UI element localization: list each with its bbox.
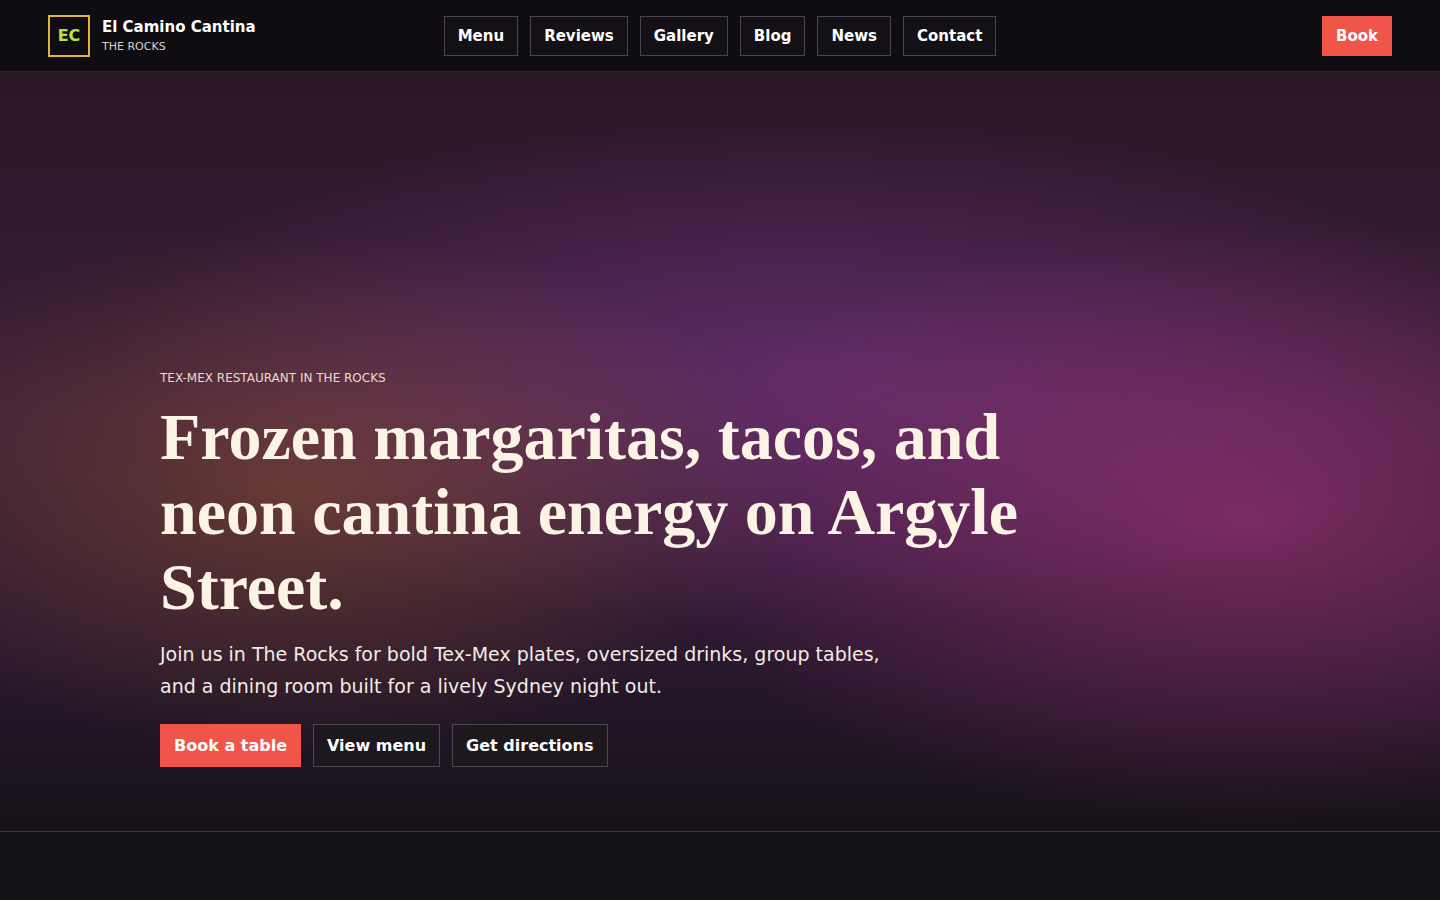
nav-link[interactable]: Blog bbox=[740, 16, 806, 56]
nav-link[interactable]: Gallery bbox=[640, 16, 728, 56]
hero-eyebrow: TEX-MEX RESTAURANT IN THE ROCKS bbox=[160, 371, 1280, 385]
hero-button[interactable]: Get directions bbox=[452, 724, 607, 767]
hero-title: Frozen margaritas, tacos, and neon canti… bbox=[160, 399, 1080, 624]
nav-link[interactable]: News bbox=[817, 16, 891, 56]
hero: TEX-MEX RESTAURANT IN THE ROCKS Frozen ma… bbox=[0, 72, 1440, 832]
main-nav: Menu Reviews Gallery Blog News Contact bbox=[444, 16, 997, 56]
book-button[interactable]: Book bbox=[1322, 16, 1392, 56]
nav-link[interactable]: Contact bbox=[903, 16, 996, 56]
nav-link[interactable]: Menu bbox=[444, 16, 518, 56]
nav-link[interactable]: Reviews bbox=[530, 16, 628, 56]
hero-text: Join us in The Rocks for bold Tex-Mex pl… bbox=[160, 638, 890, 702]
hero-button[interactable]: Book a table bbox=[160, 724, 301, 767]
hero-actions: Book a table View menu Get directions bbox=[160, 724, 1280, 767]
brand-name[interactable]: El Camino Cantina bbox=[102, 18, 256, 36]
hero-button[interactable]: View menu bbox=[313, 724, 440, 767]
logo[interactable]: EC bbox=[48, 15, 90, 57]
brand-text: El Camino Cantina THE ROCKS bbox=[102, 18, 256, 53]
header-actions: Book bbox=[1092, 16, 1392, 56]
site-header: EC El Camino Cantina THE ROCKS Menu Reviews G… bbox=[0, 0, 1440, 72]
brand[interactable]: EC El Camino Cantina THE ROCKS bbox=[48, 15, 348, 57]
brand-subtitle: THE ROCKS bbox=[102, 40, 256, 53]
